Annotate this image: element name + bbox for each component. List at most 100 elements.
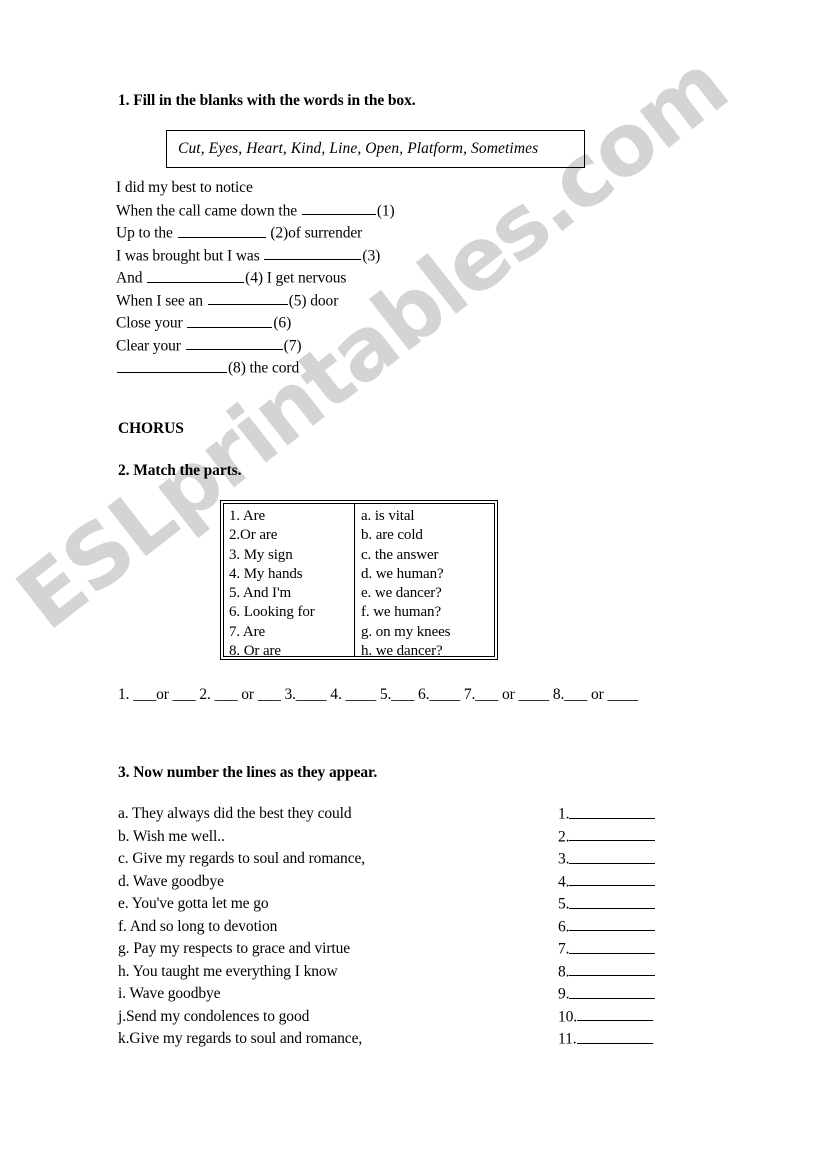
word-bank-text: Cut, Eyes, Heart, Kind, Line, Open, Plat… <box>178 140 539 157</box>
order-blank-row[interactable]: 1. <box>558 803 656 826</box>
lyric-line: Close your (6) <box>116 312 395 335</box>
order-item: j.Send my condolences to good <box>118 1007 310 1025</box>
exercise3-heading: 3. Now number the lines as they appear. <box>118 764 378 781</box>
order-blank-number: 9. <box>558 985 570 1003</box>
order-blank-row[interactable]: 6. <box>558 916 656 939</box>
order-blank-line[interactable] <box>577 1006 654 1022</box>
lyric-line: When I see an (5) door <box>116 290 395 313</box>
order-blank-row[interactable]: 9. <box>558 983 656 1006</box>
fill-blank[interactable] <box>187 312 273 328</box>
order-blank-number: 6. <box>558 918 570 936</box>
order-blank-line[interactable] <box>569 826 656 842</box>
order-blank-number: 10. <box>558 1008 578 1026</box>
order-blank-row[interactable]: 7. <box>558 938 656 961</box>
order-item: d. Wave goodbye <box>118 872 224 890</box>
order-item: a. They always did the best they could <box>118 805 352 822</box>
lyric-text-after: (8) the cord <box>228 359 300 377</box>
order-blank-row[interactable]: 11. <box>558 1028 655 1051</box>
order-blank-line[interactable] <box>569 916 656 932</box>
order-blank-line[interactable] <box>569 938 656 954</box>
order-blank-row[interactable]: 4. <box>558 871 656 894</box>
fill-blank[interactable] <box>301 200 376 216</box>
order-item: c. Give my regards to soul and romance, <box>118 850 366 867</box>
worksheet-page: 1. Fill in the blanks with the words in … <box>0 0 826 1169</box>
match-left-item[interactable]: 1. Are <box>229 507 354 526</box>
fill-blank[interactable] <box>177 222 266 238</box>
order-blank-row[interactable]: 2. <box>558 826 656 849</box>
order-item: f. And so long to devotion <box>118 917 278 935</box>
lyric-text-before: When the call came down the <box>116 202 301 220</box>
exercise3-blank-list: 1. 2. 3. 4. 5. 6. 7. 8. 9. 10. 11. <box>558 803 656 1051</box>
lyric-text-after: (5) door <box>288 292 339 310</box>
lyric-text-before: Clear your <box>116 337 185 355</box>
fill-blank[interactable] <box>185 335 283 351</box>
match-right-item[interactable]: d. we human? <box>361 565 494 584</box>
fill-blank[interactable] <box>264 245 362 261</box>
order-blank-line[interactable] <box>569 961 656 977</box>
lyric-text-after: (2)of surrender <box>266 224 363 242</box>
fill-blank[interactable] <box>207 290 288 306</box>
lyric-text-before: When I see an <box>116 292 207 310</box>
fill-blank[interactable] <box>117 357 227 373</box>
order-blank-number: 4. <box>558 873 570 891</box>
order-blank-row[interactable]: 10. <box>558 1006 655 1029</box>
match-right-item[interactable]: h. we dancer? <box>361 642 494 661</box>
match-left-item[interactable]: 8. Or are <box>229 642 354 661</box>
lyric-line: And (4) I get nervous <box>116 267 395 290</box>
order-item: i. Wave goodbye <box>118 985 221 1002</box>
exercise2-heading: 2. Match the parts. <box>118 462 242 479</box>
order-item: e. You've gotta let me go <box>118 895 269 912</box>
order-blank-number: 2. <box>558 828 570 846</box>
match-left-item[interactable]: 3. My sign <box>229 546 354 565</box>
lyric-line: Up to the (2)of surrender <box>116 222 395 245</box>
match-right-item[interactable]: g. on my knees <box>361 623 494 642</box>
order-blank-number: 7. <box>558 940 570 958</box>
lyric-text-after: (7) <box>283 337 302 355</box>
order-blank-line[interactable] <box>569 848 656 864</box>
order-blank-row[interactable]: 3. <box>558 848 656 871</box>
match-right-item[interactable]: a. is vital <box>361 507 494 526</box>
order-blank-number: 11. <box>558 1030 577 1048</box>
lyric-text-after: (4) I get nervous <box>245 269 347 287</box>
match-left-item[interactable]: 6. Looking for <box>229 603 354 622</box>
match-table-inner-border: 1. Are 2.Or are 3. My sign 4. My hands 5. An… <box>223 503 495 659</box>
word-bank-box: Cut, Eyes, Heart, Kind, Line, Open, Plat… <box>166 130 585 168</box>
order-item: g. Pay my respects to grace and virtue <box>118 940 351 957</box>
lyric-text-before: I was brought but I was <box>116 247 264 265</box>
match-left-item[interactable]: 7. Are <box>229 623 354 642</box>
lyric-line: (8) the cord <box>116 357 395 380</box>
order-item: h. You taught me everything I know <box>118 962 338 980</box>
match-table: 1. Are 2.Or are 3. My sign 4. My hands 5. An… <box>220 500 498 660</box>
lyric-text-after: (1) <box>376 202 395 220</box>
order-blank-line[interactable] <box>576 1028 653 1044</box>
lyric-line: Clear your (7) <box>116 335 395 358</box>
match-left-item[interactable]: 2.Or are <box>229 526 354 545</box>
match-answer-row[interactable]: 1. ___or ___ 2. ___ or ___ 3.____ 4. ___… <box>118 686 638 704</box>
order-blank-row[interactable]: 8. <box>558 961 656 984</box>
match-right-item[interactable]: b. are cold <box>361 526 494 545</box>
lyric-text-before: And <box>116 269 147 287</box>
order-blank-number: 1. <box>558 805 570 823</box>
order-blank-line[interactable] <box>569 983 656 999</box>
lyric-line: When the call came down the (1) <box>116 200 395 223</box>
match-right-item[interactable]: f. we human? <box>361 603 494 622</box>
order-blank-number: 5. <box>558 895 570 913</box>
chorus-label: CHORUS <box>118 420 184 437</box>
lyric-text-before: I did my best to notice <box>116 179 253 196</box>
lyric-line: I did my best to notice <box>116 177 395 200</box>
lyric-line: I was brought but I was (3) <box>116 245 395 268</box>
fill-blank[interactable] <box>147 267 245 283</box>
match-left-item[interactable]: 4. My hands <box>229 565 354 584</box>
match-column-left: 1. Are 2.Or are 3. My sign 4. My hands 5. An… <box>224 504 355 659</box>
order-blank-line[interactable] <box>569 871 656 887</box>
order-blank-line[interactable] <box>569 803 656 819</box>
lyric-text-before: Close your <box>116 314 187 332</box>
match-right-item[interactable]: e. we dancer? <box>361 584 494 603</box>
order-blank-line[interactable] <box>569 893 656 909</box>
order-blank-row[interactable]: 5. <box>558 893 656 916</box>
match-right-item[interactable]: c. the answer <box>361 546 494 565</box>
order-item: b. Wish me well.. <box>118 827 225 845</box>
order-blank-number: 8. <box>558 963 570 981</box>
exercise1-lyric-lines: I did my best to notice When the call cam… <box>116 177 395 380</box>
match-left-item[interactable]: 5. And I'm <box>229 584 354 603</box>
